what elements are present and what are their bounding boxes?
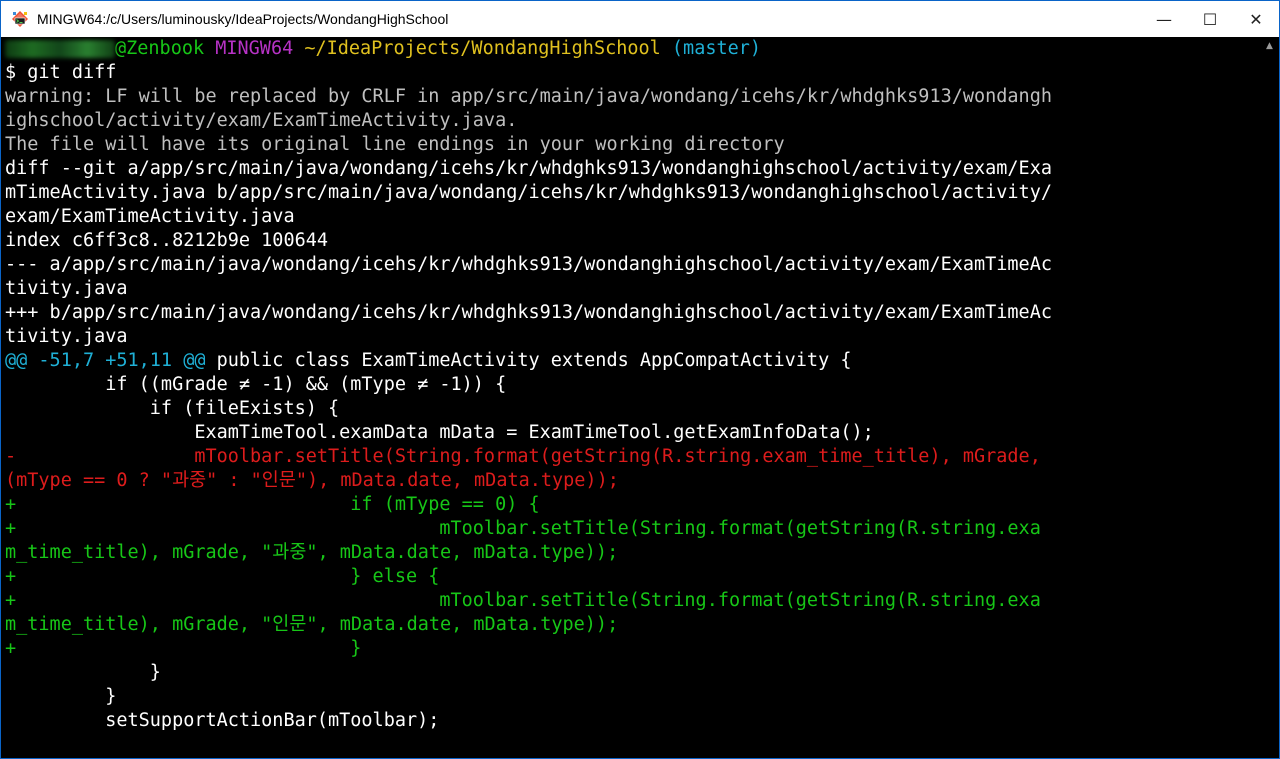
terminal-output[interactable]: @Zenbook MINGW64 ~/IdeaProjects/WondangH… — [2, 37, 1262, 758]
added-line: m_time_title), mGrade, "인문", mData.date,… — [5, 614, 619, 635]
prompt-symbol: $ — [5, 62, 17, 83]
deleted-line: - mToolbar.setTitle(String.format(getStr… — [5, 446, 1041, 467]
prompt-line: @Zenbook MINGW64 ~/IdeaProjects/WondangH… — [2, 37, 1262, 61]
deleted-line: (mType == 0 ? "과중" : "인문"), mData.date, … — [5, 470, 619, 491]
new-file-line: tivity.java — [5, 326, 128, 347]
diff-header-line: mTimeActivity.java b/app/src/main/java/w… — [5, 182, 1052, 203]
prompt-host: @Zenbook — [115, 38, 205, 59]
minimize-button[interactable]: — — [1141, 1, 1187, 37]
context-line: setSupportActionBar(mToolbar); — [5, 710, 440, 731]
maximize-button[interactable]: ☐ — [1187, 1, 1233, 37]
scroll-thumb[interactable] — [1264, 57, 1275, 77]
hunk-context: public class ExamTimeActivity extends Ap… — [205, 350, 852, 371]
git-bash-icon — [12, 11, 28, 27]
redacted-username — [5, 40, 115, 58]
new-file-line: +++ b/app/src/main/java/wondang/icehs/kr… — [5, 302, 1052, 323]
maximize-icon: ☐ — [1202, 9, 1218, 29]
added-line: + } — [5, 638, 362, 659]
diff-header-line: exam/ExamTimeActivity.java — [5, 206, 295, 227]
prompt-path: ~/IdeaProjects/WondangHighSchool — [304, 38, 661, 59]
warning-line: warning: LF will be replaced by CRLF in … — [5, 86, 1052, 107]
context-line: ExamTimeTool.examData mData = ExamTimeTo… — [5, 422, 874, 443]
index-line: index c6ff3c8..8212b9e 100644 — [5, 230, 329, 251]
context-line: if ((mGrade ≠ -1) && (mType ≠ -1)) { — [5, 374, 507, 395]
terminal-window: MINGW64:/c/Users/luminousky/IdeaProjects… — [0, 0, 1280, 759]
vertical-scrollbar[interactable]: ▲ — [1261, 37, 1278, 758]
prompt-branch: (master) — [671, 38, 762, 59]
title-bar[interactable]: MINGW64:/c/Users/luminousky/IdeaProjects… — [1, 1, 1279, 37]
context-line: if (fileExists) { — [5, 398, 340, 419]
added-line: + } else { — [5, 566, 440, 587]
close-icon: ✕ — [1249, 9, 1263, 29]
window-title: MINGW64:/c/Users/luminousky/IdeaProjects… — [37, 11, 449, 27]
added-line: + mToolbar.setTitle(String.format(getStr… — [5, 518, 1041, 539]
added-line: + if (mType == 0) { — [5, 494, 540, 515]
close-button[interactable]: ✕ — [1233, 1, 1279, 37]
context-line: } — [5, 662, 161, 683]
hunk-header-line: @@ -51,7 +51,11 @@ public class ExamTime… — [2, 349, 1262, 373]
command-text: git diff — [27, 62, 117, 83]
command-line: $ git diff — [2, 61, 1262, 85]
scroll-up-arrow-icon[interactable]: ▲ — [1261, 37, 1278, 54]
old-file-line: --- a/app/src/main/java/wondang/icehs/kr… — [5, 254, 1052, 275]
added-line: m_time_title), mGrade, "과중", mData.date,… — [5, 542, 619, 563]
prompt-env: MINGW64 — [215, 38, 294, 59]
minimize-icon: — — [1156, 9, 1172, 29]
warning-line: ighschool/activity/exam/ExamTimeActivity… — [5, 110, 518, 131]
warning-line: The file will have its original line end… — [5, 134, 785, 155]
old-file-line: tivity.java — [5, 278, 128, 299]
context-line: } — [5, 686, 117, 707]
diff-header-line: diff --git a/app/src/main/java/wondang/i… — [5, 158, 1052, 179]
added-line: + mToolbar.setTitle(String.format(getStr… — [5, 590, 1041, 611]
hunk-range: @@ -51,7 +51,11 @@ — [5, 350, 206, 371]
